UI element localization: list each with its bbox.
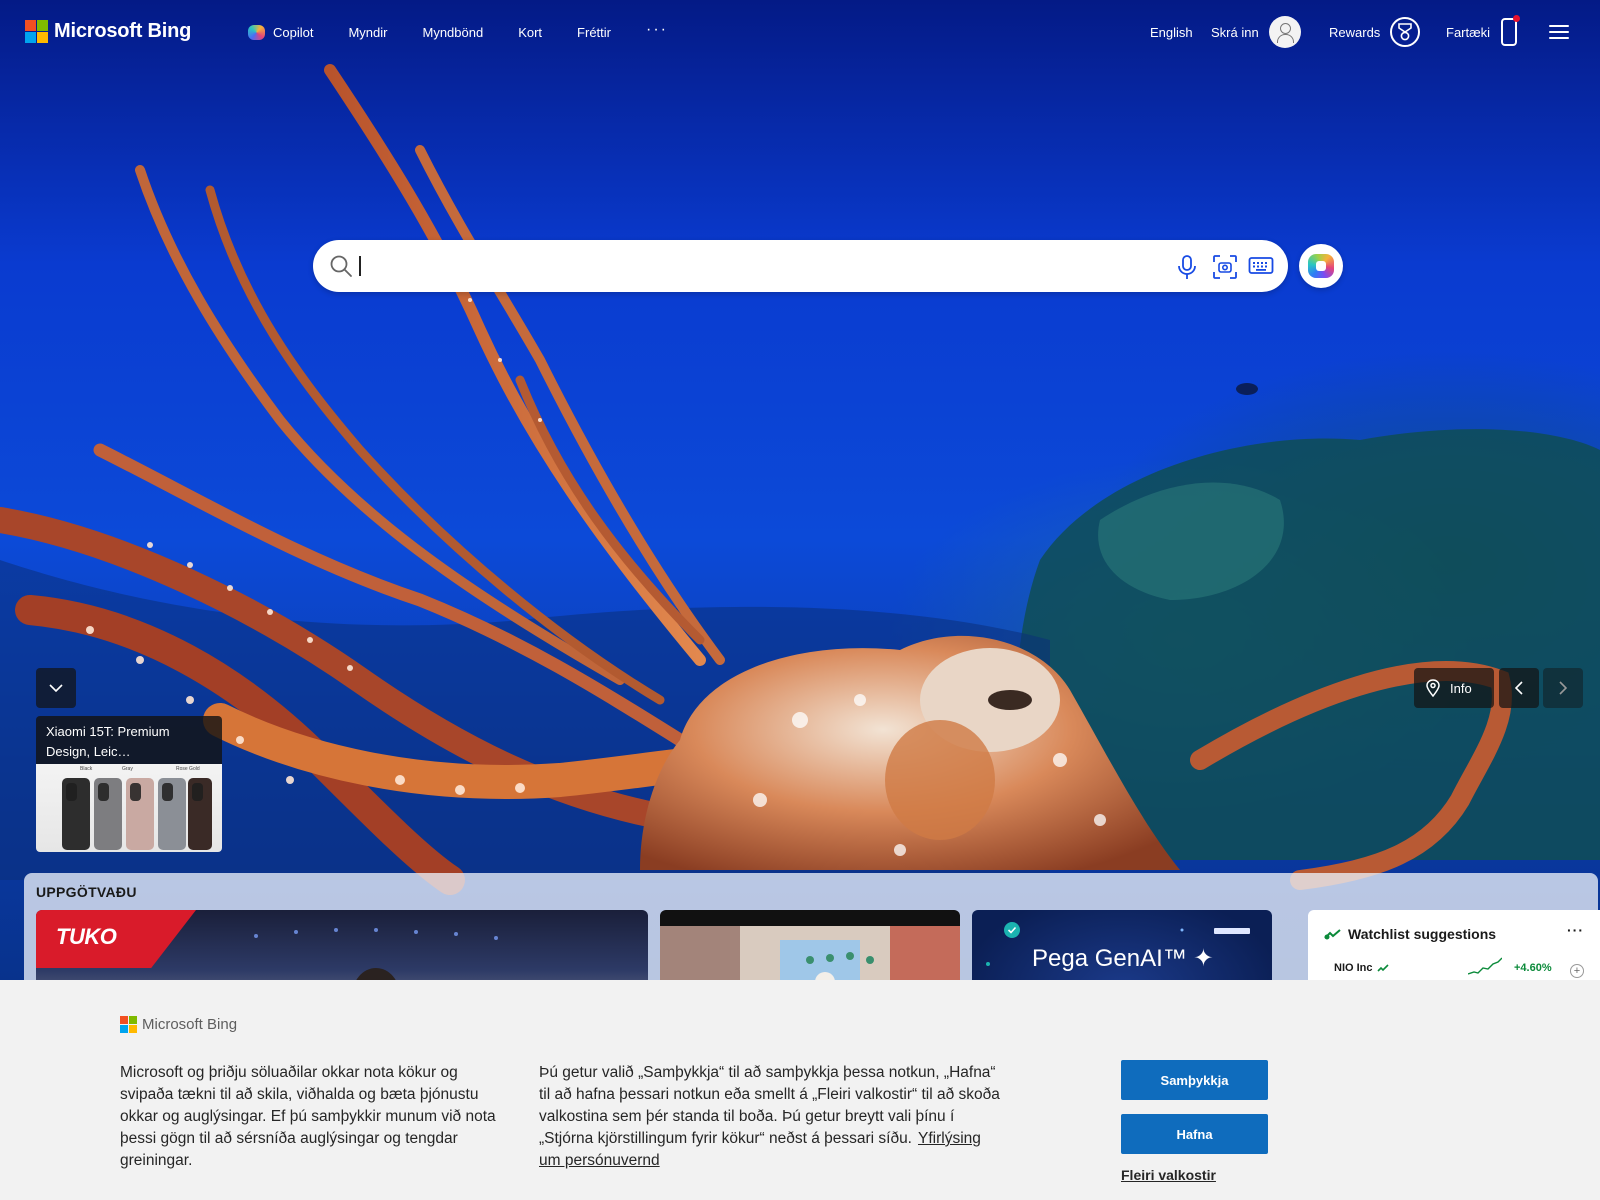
stock-name: NIO Inc: [1334, 962, 1373, 974]
promo-variant-label: Gray: [122, 766, 133, 772]
nav-maps[interactable]: Kort: [518, 25, 542, 40]
nav-more-button[interactable]: ···: [646, 21, 668, 39]
ms-square-blue: [25, 32, 36, 43]
ms-square-yellow: [129, 1025, 137, 1033]
menu-button[interactable]: [1549, 14, 1569, 50]
location-pin-icon: [1426, 679, 1440, 697]
stock-change: +4.60%: [1514, 962, 1552, 974]
phone-image: [62, 778, 90, 850]
chevron-right-icon: [1559, 681, 1567, 695]
microphone-icon[interactable]: [1177, 254, 1197, 280]
rewards-button[interactable]: Rewards: [1329, 14, 1421, 50]
nav-images-label: Myndir: [348, 25, 388, 40]
language-link[interactable]: English: [1150, 14, 1193, 50]
ms-square-red: [25, 20, 36, 31]
avatar-icon: [1268, 16, 1301, 48]
chevron-left-icon: [1515, 681, 1523, 695]
header-right: English Skrá inn Rewards Fartæki: [1100, 14, 1600, 50]
stock-up-icon: [1324, 929, 1341, 940]
search-box[interactable]: [313, 240, 1288, 292]
chevron-down-icon: [49, 684, 63, 692]
keyboard-icon[interactable]: [1248, 254, 1274, 278]
phone-image: [126, 778, 154, 850]
stock-sparkline: [1468, 957, 1502, 975]
previous-image-button[interactable]: [1499, 668, 1539, 708]
nav-images[interactable]: Myndir: [348, 25, 387, 40]
hamburger-icon: [1549, 25, 1569, 39]
mobile-label: Fartæki: [1446, 24, 1491, 40]
brand-name: Microsoft Bing: [54, 20, 192, 42]
rewards-icon: [1390, 17, 1421, 47]
text-caret: [359, 256, 361, 276]
ms-square-red: [120, 1016, 128, 1024]
promo-variant-label: Black: [80, 766, 93, 772]
copilot-icon: [1308, 254, 1334, 278]
promo-variant-label: Rose Gold: [176, 766, 200, 772]
cookie-bing-logo: Microsoft Bing: [120, 1016, 237, 1033]
reject-button[interactable]: Hafna: [1121, 1114, 1268, 1154]
ms-square-blue: [120, 1025, 128, 1033]
phone-image: [94, 778, 122, 850]
watchlist-row[interactable]: NIO Inc +4.60% +: [1334, 957, 1600, 978]
add-to-watchlist-button[interactable]: +: [1570, 964, 1584, 978]
tuko-logo-text: TUKO: [56, 924, 117, 949]
collapse-feed-button[interactable]: [36, 668, 76, 708]
nav-news-label: Fréttir: [577, 25, 611, 40]
discover-title: UPPGÖTVAÐU: [36, 884, 137, 900]
nav-copilot[interactable]: Copilot: [248, 25, 313, 40]
microsoft-logo-icon: [25, 20, 48, 43]
nav-maps-label: Kort: [518, 25, 543, 40]
stock-trend-icon: [1376, 964, 1389, 972]
ms-square-yellow: [37, 32, 48, 43]
mobile-button[interactable]: Fartæki: [1446, 14, 1521, 50]
notification-dot: [1513, 15, 1521, 22]
search-input[interactable]: [359, 250, 1139, 282]
ms-square-green: [129, 1016, 137, 1024]
top-header: Microsoft Bing Copilot Myndir Myndbönd K…: [0, 0, 1600, 66]
next-image-button[interactable]: [1543, 668, 1583, 708]
nav-news[interactable]: Fréttir: [577, 25, 611, 40]
promo-title: Xiaomi 15T: Premium Design, Leic…: [36, 716, 222, 764]
ms-square-green: [37, 20, 48, 31]
cookie-consent-banner: Microsoft Bing Microsoft og þriðju sölua…: [0, 980, 1600, 1200]
cookie-brand-name: Microsoft Bing: [142, 1016, 238, 1033]
nav-videos-label: Myndbönd: [422, 25, 484, 40]
microsoft-logo-icon: [120, 1016, 137, 1033]
nav-copilot-label: Copilot: [273, 25, 314, 40]
rewards-label: Rewards: [1329, 24, 1381, 40]
language-label: English: [1150, 24, 1193, 40]
signin-label: Skrá inn: [1211, 24, 1259, 40]
nav-videos[interactable]: Myndbönd: [422, 25, 483, 40]
phone-image: [158, 778, 186, 850]
watchlist-title: Watchlist suggestions: [1348, 926, 1497, 942]
promo-image: Black Gray Rose Gold: [36, 764, 222, 852]
phone-image: [188, 778, 212, 850]
watchlist-more-button[interactable]: ···: [1567, 922, 1584, 938]
cookie-text-right: Þú getur valið „Samþykkja“ til að samþyk…: [539, 1062, 1004, 1172]
phone-icon: [1501, 15, 1521, 46]
promo-card[interactable]: Xiaomi 15T: Premium Design, Leic… Black …: [36, 716, 222, 852]
info-label: Info: [1450, 680, 1472, 696]
more-options-link[interactable]: Fleiri valkostir: [1121, 1167, 1216, 1183]
pega-ad-title: Pega GenAI™ ✦: [1032, 945, 1214, 972]
bing-logo[interactable]: Microsoft Bing: [25, 20, 191, 43]
copilot-icon: [248, 25, 265, 40]
image-info-button[interactable]: Info: [1414, 668, 1494, 708]
copilot-search-button[interactable]: [1299, 244, 1343, 288]
visual-search-icon[interactable]: [1212, 254, 1238, 280]
signin-button[interactable]: Skrá inn: [1211, 14, 1301, 50]
cookie-text-left: Microsoft og þriðju söluaðilar okkar not…: [120, 1064, 496, 1169]
search-icon: [330, 255, 352, 277]
accept-button[interactable]: Samþykkja: [1121, 1060, 1268, 1100]
main-nav: Copilot Myndir Myndbönd Kort Fréttir ···: [248, 21, 668, 40]
